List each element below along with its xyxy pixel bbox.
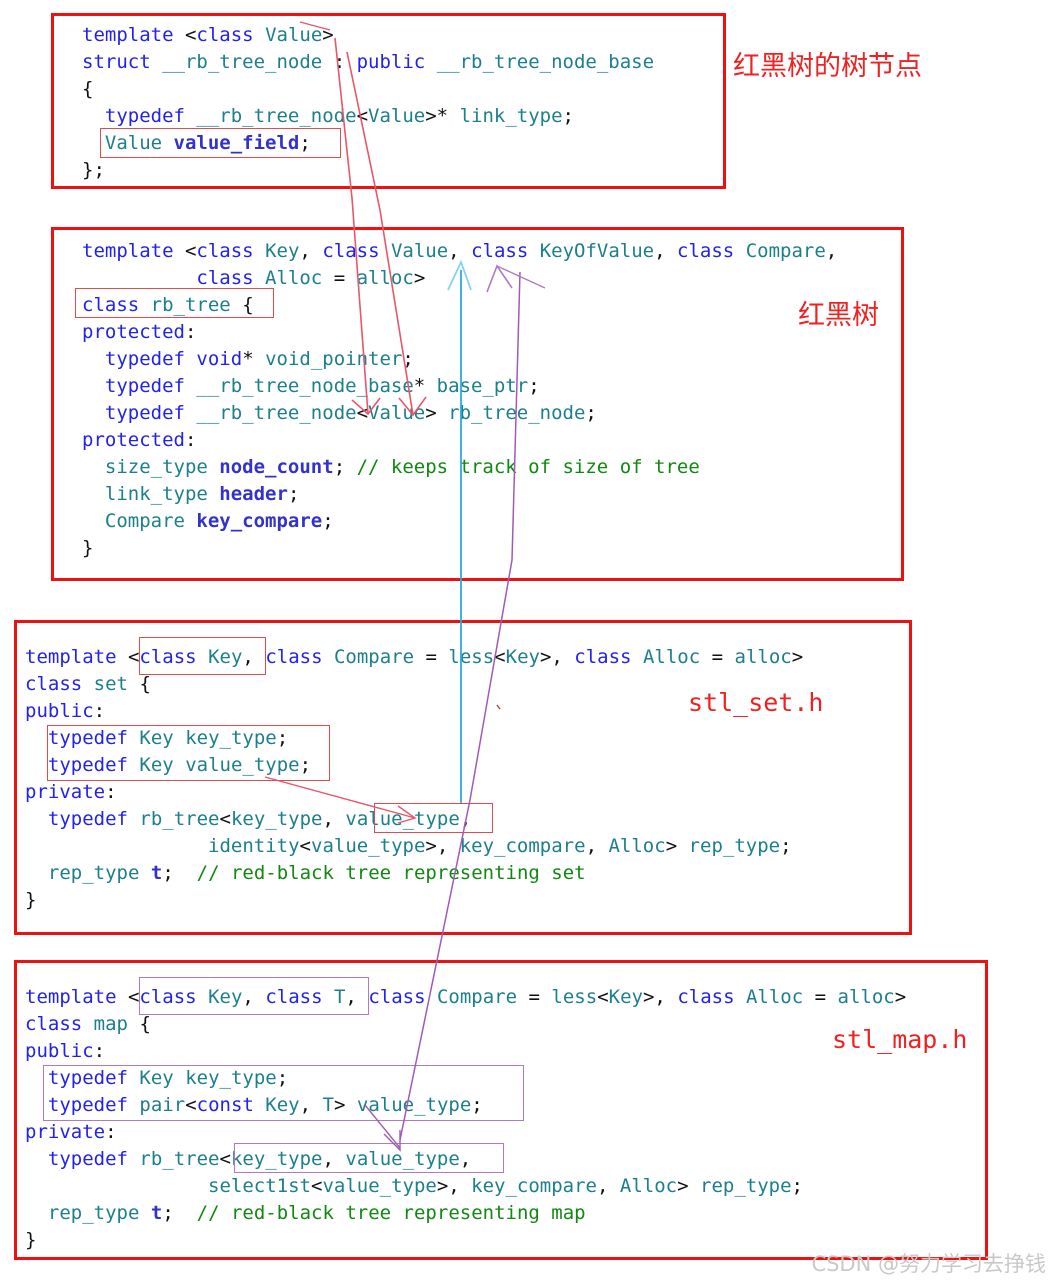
- highlight-map-class-key-t: [139, 977, 369, 1015]
- highlight-map-key-value-type: [234, 1143, 504, 1173]
- highlight-set-class-key: [139, 637, 266, 675]
- highlight-map-typedefs: [43, 1065, 524, 1121]
- annotation-rb-tree-node: 红黑树的树节点: [733, 51, 922, 82]
- highlight-value-field: [100, 128, 341, 158]
- annotation-stl-map-file: stl_map.h: [832, 1025, 968, 1054]
- highlight-set-typedefs: [47, 725, 330, 781]
- watermark: CSDN @努力学习去挣钱: [811, 1252, 1046, 1276]
- highlight-class-rb-tree: [75, 288, 274, 318]
- annotation-rb-tree: 红黑树: [798, 300, 879, 331]
- highlight-set-value-type: [374, 803, 493, 833]
- code-text-rb-tree-node: template <class Value> struct __rb_tree_…: [82, 24, 655, 181]
- code-text-rb-tree: template <class Key, class Value, class …: [82, 240, 838, 559]
- annotation-stl-set-file: stl_set.h: [688, 688, 824, 717]
